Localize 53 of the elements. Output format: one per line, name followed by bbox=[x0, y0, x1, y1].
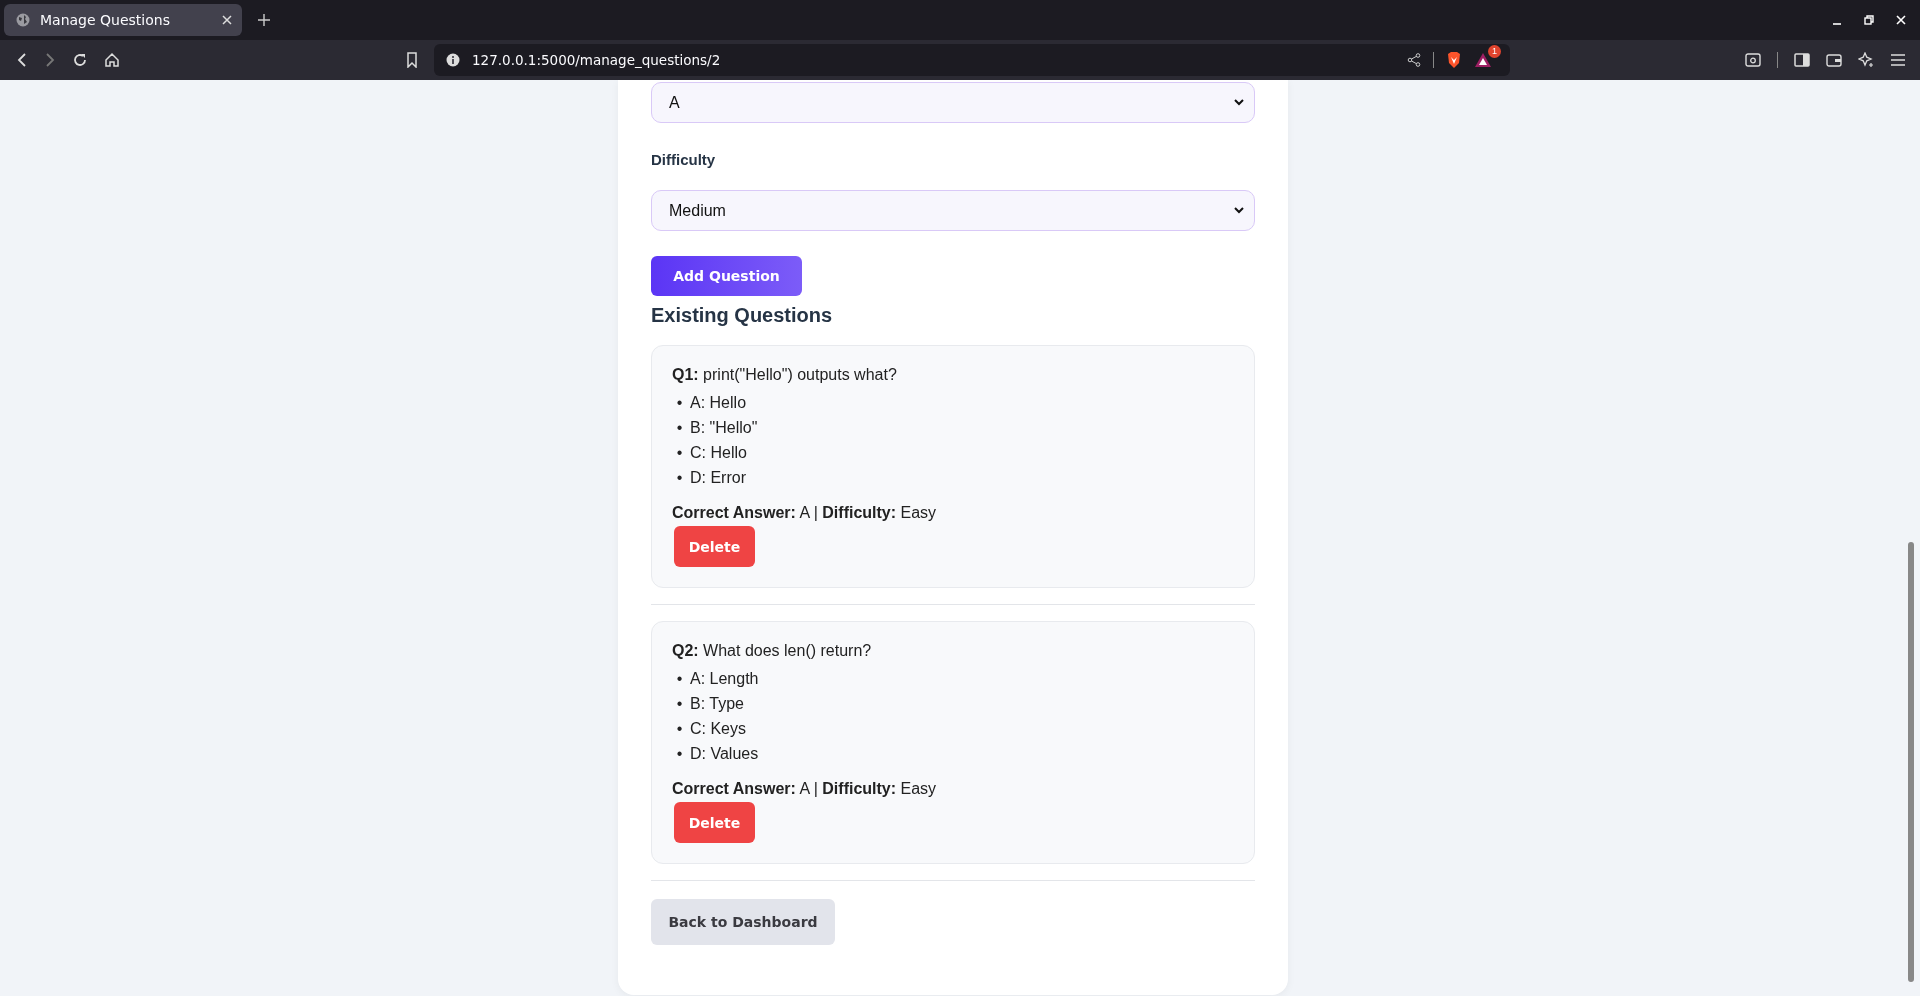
answer-option: B: "Hello" bbox=[690, 415, 758, 440]
select-field[interactable]: A bbox=[651, 82, 1255, 123]
add-question-button[interactable]: Add Question bbox=[651, 256, 802, 296]
delete-button[interactable]: Delete bbox=[674, 526, 755, 567]
new-tab-icon[interactable] bbox=[258, 14, 270, 26]
bullet: • bbox=[675, 669, 684, 689]
question-text: Q1: print("Hello") outputs what? bbox=[672, 366, 898, 384]
answer-option: D: Error bbox=[690, 465, 746, 490]
bullet: • bbox=[675, 393, 684, 413]
answer-option: A: Length bbox=[690, 666, 759, 691]
share-icon[interactable] bbox=[1407, 53, 1421, 67]
forward-icon[interactable] bbox=[44, 52, 56, 68]
screenshot-icon[interactable] bbox=[1745, 53, 1761, 67]
sparkle-icon[interactable] bbox=[1858, 52, 1874, 68]
chevron-icon bbox=[1234, 99, 1244, 106]
menu-icon[interactable] bbox=[1890, 53, 1906, 67]
select-field[interactable]: Medium bbox=[651, 190, 1255, 231]
section-title: Existing Questions bbox=[651, 304, 833, 327]
bullet: • bbox=[675, 719, 684, 739]
answer-details: Correct Answer: A | Difficulty: Easy bbox=[672, 780, 938, 798]
globe-icon bbox=[16, 13, 30, 27]
browser-tab[interactable]: Manage Questions bbox=[4, 4, 242, 36]
lion-shield-icon[interactable] bbox=[1446, 51, 1462, 69]
back-icon[interactable] bbox=[16, 52, 28, 68]
answer-option: B: Type bbox=[690, 691, 744, 716]
sidebar-icon[interactable] bbox=[1794, 53, 1810, 67]
back-to-dashboard-button[interactable]: Back to Dashboard bbox=[651, 899, 835, 945]
bullet: • bbox=[675, 694, 684, 714]
address-bar[interactable]: 127.0.0.1:5000/manage_questions/2 1 bbox=[434, 44, 1510, 76]
bookmark-icon[interactable] bbox=[406, 52, 418, 68]
wallet-icon[interactable] bbox=[1826, 53, 1842, 67]
notification-badge: 1 bbox=[1488, 45, 1501, 58]
reload-icon[interactable] bbox=[72, 52, 88, 68]
bullet: • bbox=[675, 443, 684, 463]
answer-option: A: Hello bbox=[690, 390, 747, 415]
question-text: Q2: What does len() return? bbox=[672, 642, 873, 660]
bullet: • bbox=[675, 468, 684, 488]
answer-details: Correct Answer: A | Difficulty: Easy bbox=[672, 504, 938, 522]
close-icon[interactable] bbox=[222, 15, 232, 25]
bullet: • bbox=[675, 418, 684, 438]
answer-option: C: Hello bbox=[690, 440, 747, 465]
info-icon bbox=[446, 53, 460, 67]
restore-icon[interactable] bbox=[1864, 15, 1874, 25]
triangle-icon[interactable] bbox=[1474, 52, 1492, 68]
delete-button[interactable]: Delete bbox=[674, 802, 755, 843]
home-icon[interactable] bbox=[104, 52, 120, 68]
chevron-icon bbox=[1234, 207, 1244, 214]
bullet: • bbox=[675, 744, 684, 764]
tab-title: Manage Questions bbox=[40, 12, 171, 28]
answer-option: D: Values bbox=[690, 741, 759, 766]
answer-option: C: Keys bbox=[690, 716, 746, 741]
field-label: Difficulty bbox=[651, 151, 716, 168]
url-text: 127.0.0.1:5000/manage_questions/2 bbox=[472, 52, 721, 68]
